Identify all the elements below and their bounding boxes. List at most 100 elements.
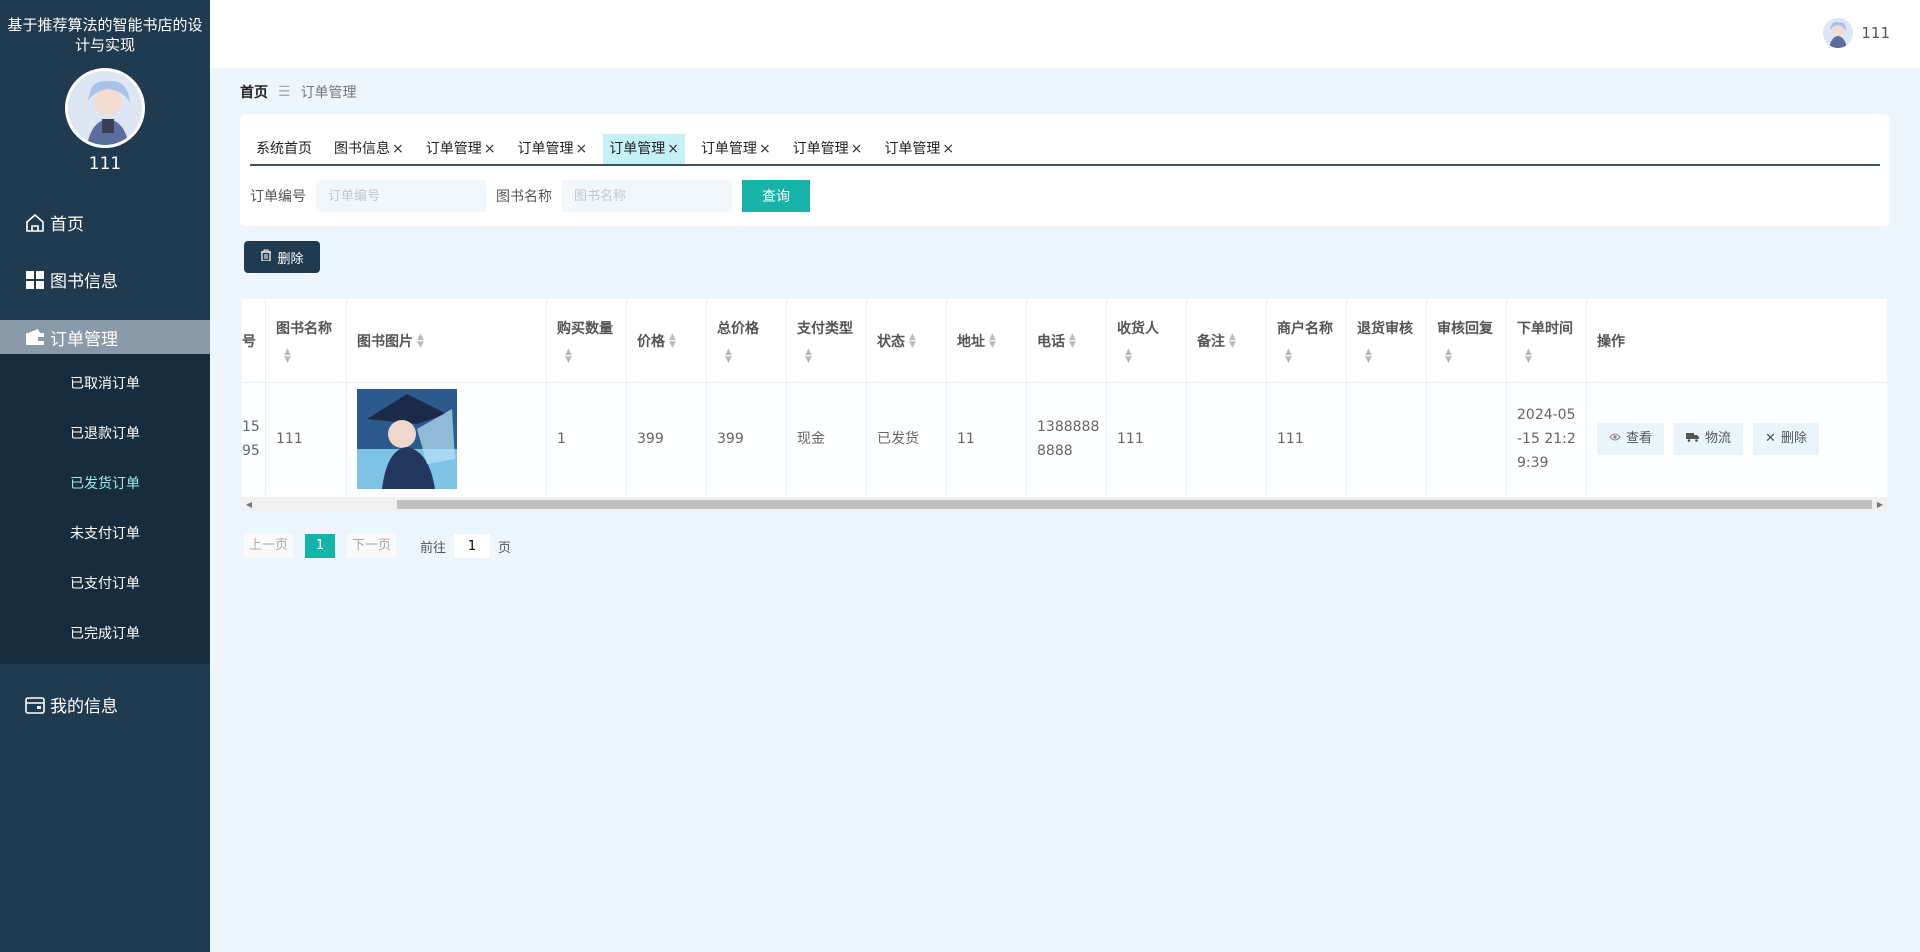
submenu-item-paid[interactable]: 已支付订单: [0, 559, 210, 609]
tab-order-management[interactable]: 订单管理 ×: [695, 134, 777, 164]
close-icon[interactable]: ×: [942, 134, 954, 164]
sort-icon[interactable]: ▲ ▼: [989, 332, 996, 349]
col-book-name[interactable]: 图书名称 ▲ ▼: [266, 299, 347, 382]
col-address[interactable]: 地址 ▲ ▼: [947, 299, 1027, 382]
tab-label: 图书信息: [334, 141, 390, 157]
sort-icon[interactable]: ▲ ▼: [669, 332, 676, 349]
sidebar-item-label: 订单管理: [50, 329, 118, 350]
col-phone[interactable]: 电话 ▲ ▼: [1027, 299, 1107, 382]
col-header-label: 商户名称: [1277, 320, 1333, 337]
close-icon[interactable]: ×: [667, 134, 679, 164]
scroll-thumb[interactable]: [397, 500, 1872, 509]
close-icon[interactable]: ×: [759, 134, 771, 164]
sort-icon[interactable]: ▲ ▼: [1365, 347, 1426, 364]
sort-icon[interactable]: ▲ ▼: [725, 347, 786, 364]
tab-order-management[interactable]: 订单管理 ×: [420, 134, 502, 164]
close-icon[interactable]: ×: [575, 134, 587, 164]
tab-bar: 系统首页 图书信息 × 订单管理 × 订单管理 × 订单管理 × 订单管理 × 订单管理 ×…: [250, 134, 1880, 166]
close-icon[interactable]: ×: [392, 134, 404, 164]
col-order-time[interactable]: 下单时间 ▲ ▼: [1507, 299, 1587, 382]
col-receiver[interactable]: 收货人 ▲ ▼: [1107, 299, 1187, 382]
goto-page-input[interactable]: [454, 534, 491, 558]
close-icon[interactable]: ×: [484, 134, 496, 164]
sort-icon[interactable]: ▲ ▼: [909, 332, 916, 349]
submenu-item-cancelled[interactable]: 已取消订单: [0, 359, 210, 409]
col-merchant[interactable]: 商户名称 ▲ ▼: [1267, 299, 1347, 382]
sort-icon[interactable]: ▲ ▼: [1069, 332, 1076, 349]
submenu-item-completed[interactable]: 已完成订单: [0, 609, 210, 659]
tab-system-home[interactable]: 系统首页: [250, 134, 318, 164]
sort-icon[interactable]: ▲ ▼: [1445, 347, 1506, 364]
avatar[interactable]: [65, 68, 145, 148]
tab-label: 系统首页: [256, 141, 312, 157]
submenu-item-refunded[interactable]: 已退款订单: [0, 409, 210, 459]
cell-address: 11: [947, 383, 1027, 495]
col-header-label: 状态: [877, 333, 905, 350]
sort-icon[interactable]: ▲ ▼: [805, 347, 866, 364]
book-cover-icon: [357, 389, 457, 489]
col-header-label: 操作: [1597, 333, 1625, 350]
batch-delete-button[interactable]: 删除: [244, 241, 320, 273]
sort-icon[interactable]: ▲ ▼: [1229, 332, 1236, 349]
cell-book-image: [347, 383, 547, 495]
sort-icon[interactable]: ▲ ▼: [417, 332, 424, 349]
tab-book-info[interactable]: 图书信息 ×: [328, 134, 410, 164]
book-cover-image[interactable]: [357, 389, 457, 489]
col-header-label: 退货审核: [1357, 320, 1413, 337]
row-delete-label: 删除: [1780, 431, 1807, 446]
tab-order-management[interactable]: 订单管理 ×: [787, 134, 869, 164]
book-name-label: 图书名称: [496, 189, 552, 205]
col-price[interactable]: 价格 ▲ ▼: [627, 299, 707, 382]
scroll-right-icon[interactable]: ▶: [1873, 497, 1887, 511]
table-header: 号 图书名称 ▲ ▼ 图书图片 ▲ ▼ 购买数量 ▲ ▼ 价格 ▲ ▼ 总价格 ▲ ▼ 支付类型 ▲ ▼…: [242, 299, 1887, 383]
sort-icon[interactable]: ▲ ▼: [284, 347, 346, 364]
col-pay-type[interactable]: 支付类型 ▲ ▼: [787, 299, 867, 382]
book-name-input[interactable]: [562, 180, 732, 212]
col-refund-review[interactable]: 退货审核 ▲ ▼: [1347, 299, 1427, 382]
col-total[interactable]: 总价格 ▲ ▼: [707, 299, 787, 382]
col-review-reply[interactable]: 审核回复 ▲ ▼: [1427, 299, 1507, 382]
sidebar-item-home[interactable]: 首页: [0, 194, 210, 251]
col-header-label: 下单时间: [1517, 320, 1573, 337]
header-avatar[interactable]: [1823, 18, 1854, 48]
app-title: 基于推荐算法的智能书店的设计与实现: [7, 16, 203, 54]
page-number-current[interactable]: 1: [305, 534, 336, 558]
tab-order-management[interactable]: 订单管理 ×: [511, 134, 593, 164]
col-header-label: 收货人: [1117, 320, 1159, 337]
sidebar-item-my-info[interactable]: 我的信息: [0, 676, 210, 733]
sort-icon[interactable]: ▲ ▼: [565, 347, 626, 364]
submenu-item-shipped[interactable]: 已发货订单: [0, 459, 210, 509]
close-icon[interactable]: ×: [851, 134, 863, 164]
sort-icon[interactable]: ▲ ▼: [1125, 347, 1186, 364]
sidebar-item-books[interactable]: 图书信息: [0, 251, 210, 308]
horizontal-scrollbar[interactable]: ◀ ▶: [242, 497, 1887, 511]
sort-icon[interactable]: ▲ ▼: [1525, 347, 1586, 364]
avatar-image-icon: [68, 71, 142, 145]
scroll-left-icon[interactable]: ◀: [242, 497, 256, 511]
submenu-item-unpaid[interactable]: 未支付订单: [0, 509, 210, 559]
row-delete-button[interactable]: ✕ 删除: [1753, 423, 1819, 455]
col-quantity[interactable]: 购买数量 ▲ ▼: [547, 299, 627, 382]
col-remark[interactable]: 备注 ▲ ▼: [1187, 299, 1267, 382]
col-book-image[interactable]: 图书图片 ▲ ▼: [347, 299, 547, 382]
order-no-input[interactable]: [316, 180, 486, 212]
sort-icon[interactable]: ▲ ▼: [1285, 347, 1346, 364]
query-button[interactable]: 查询: [742, 180, 810, 212]
tab-order-management-active[interactable]: 订单管理 ×: [603, 134, 685, 164]
breadcrumb-home[interactable]: 首页: [240, 82, 268, 102]
tab-label: 订单管理: [425, 141, 482, 157]
col-order-no[interactable]: 号: [242, 299, 266, 382]
logistics-button[interactable]: 物流: [1674, 423, 1744, 455]
cell-review-reply: [1427, 383, 1507, 495]
next-page-button[interactable]: 下一页: [347, 534, 397, 558]
sidebar-item-orders[interactable]: 订单管理: [0, 320, 210, 354]
prev-page-button[interactable]: 上一页: [244, 534, 294, 558]
cell-phone: 13888888888: [1027, 383, 1107, 495]
tab-label: 订单管理: [884, 141, 941, 157]
batch-delete-label: 删除: [277, 251, 304, 267]
close-icon: ✕: [1765, 431, 1776, 446]
tab-order-management[interactable]: 订单管理 ×: [878, 134, 960, 164]
header-user[interactable]: 111: [1823, 18, 1890, 48]
col-status[interactable]: 状态 ▲ ▼: [867, 299, 947, 382]
view-button[interactable]: 查看: [1597, 423, 1665, 455]
